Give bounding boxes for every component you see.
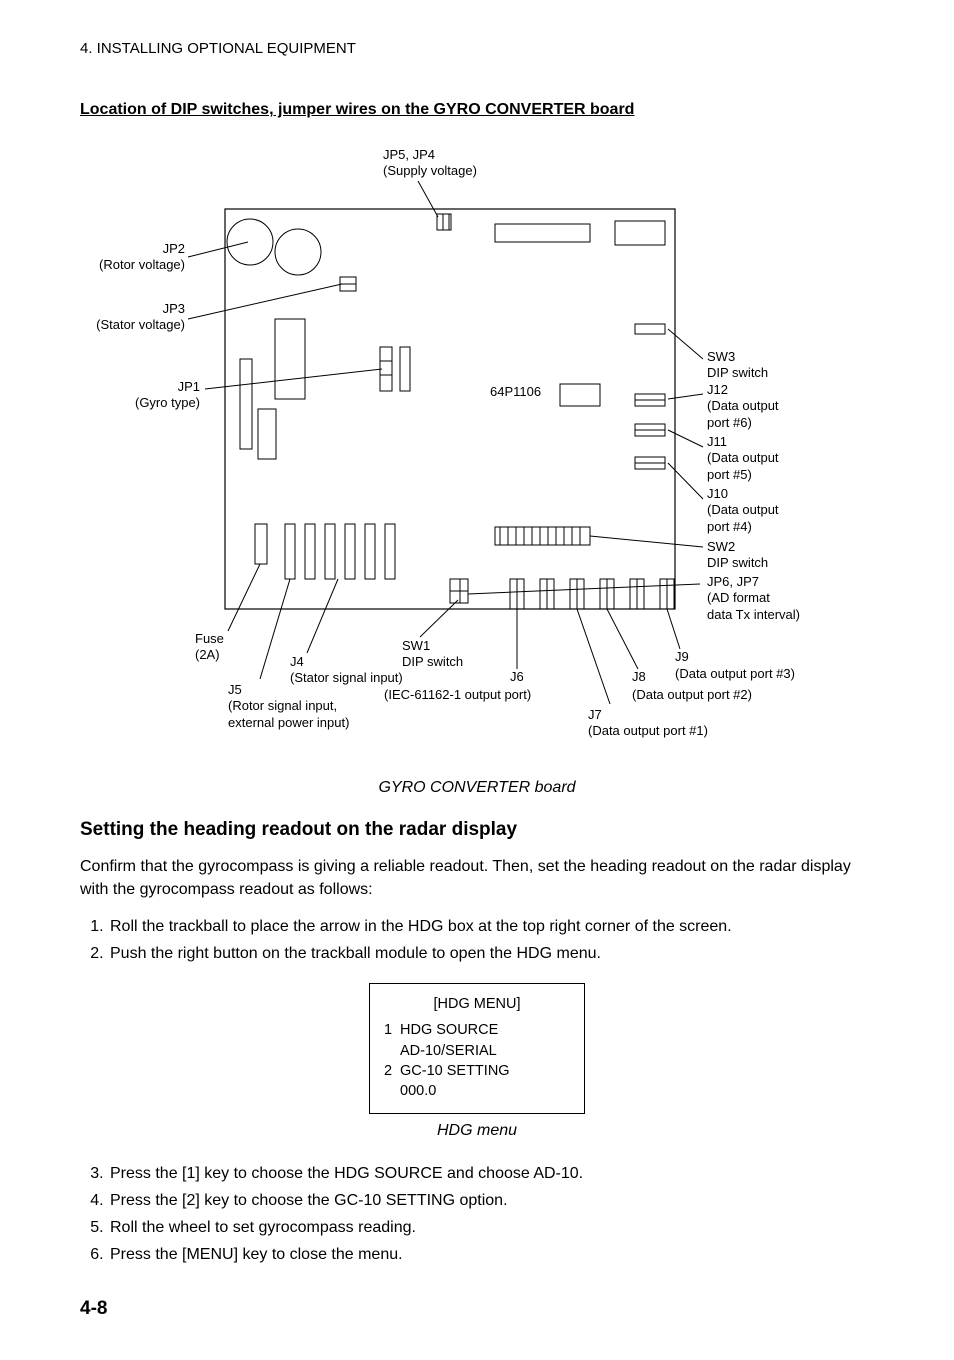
- section-title: Location of DIP switches, jumper wires o…: [80, 101, 874, 119]
- label-j6-code: J6: [510, 669, 524, 685]
- menu-row-1: 1HDG SOURCE: [384, 1020, 570, 1040]
- subheading: Setting the heading readout on the radar…: [80, 819, 874, 841]
- diagram-caption: GYRO CONVERTER board: [80, 779, 874, 797]
- step-6: Press the [MENU] key to close the menu.: [108, 1243, 874, 1268]
- step-1: Roll the trackball to place the arrow in…: [108, 915, 874, 940]
- label-j9-code: J9: [675, 649, 689, 665]
- label-j11: J11(Data outputport #5): [707, 434, 779, 483]
- label-fuse: Fuse(2A): [195, 631, 224, 664]
- steps-list-b: Press the [1] key to choose the HDG SOUR…: [86, 1162, 874, 1267]
- menu-title: [HDG MENU]: [384, 994, 570, 1014]
- label-sw3: SW3DIP switch: [707, 349, 768, 382]
- menu-row-2: 2GC-10 SETTING: [384, 1061, 570, 1081]
- label-jp2: JP2(Rotor voltage): [85, 241, 185, 274]
- step-5: Roll the wheel to set gyrocompass readin…: [108, 1216, 874, 1241]
- hdg-menu-box: [HDG MENU] 1HDG SOURCE AD-10/SERIAL 2GC-…: [369, 983, 585, 1114]
- label-sw1: SW1DIP switch: [402, 638, 463, 671]
- label-jp3: JP3(Stator voltage): [80, 301, 185, 334]
- menu-caption: HDG menu: [80, 1122, 874, 1140]
- steps-list-a: Roll the trackball to place the arrow in…: [86, 915, 874, 967]
- menu-row-1-val: AD-10/SERIAL: [384, 1041, 570, 1061]
- intro-paragraph: Confirm that the gyrocompass is giving a…: [80, 855, 874, 901]
- page-number: 4-8: [80, 1298, 874, 1320]
- label-j6: (IEC-61162-1 output port): [384, 687, 531, 703]
- label-jp1: JP1(Gyro type): [105, 379, 200, 412]
- label-j10: J10(Data outputport #4): [707, 486, 779, 535]
- label-jp6jp7: JP6, JP7(AD formatdata Tx interval): [707, 574, 800, 623]
- step-4: Press the [2] key to choose the GC-10 SE…: [108, 1189, 874, 1214]
- step-3: Press the [1] key to choose the HDG SOUR…: [108, 1162, 874, 1187]
- label-j8: (Data output port #2): [632, 687, 752, 703]
- gyro-converter-diagram: JP5, JP4(Supply voltage) JP2(Rotor volta…: [80, 129, 874, 769]
- label-j7: J7(Data output port #1): [588, 707, 708, 740]
- label-j12: J12(Data outputport #6): [707, 382, 779, 431]
- label-j9: (Data output port #3): [675, 666, 795, 682]
- page-header: 4. INSTALLING OPTIONAL EQUIPMENT: [80, 40, 874, 57]
- label-j5: J5(Rotor signal input,external power inp…: [228, 682, 349, 731]
- step-2: Push the right button on the trackball m…: [108, 942, 874, 967]
- label-part: 64P1106: [490, 384, 541, 400]
- menu-row-2-val: 000.0: [384, 1081, 570, 1101]
- label-sw2: SW2DIP switch: [707, 539, 768, 572]
- label-jp5jp4: JP5, JP4(Supply voltage): [383, 147, 477, 180]
- label-j8-code: J8: [632, 669, 646, 685]
